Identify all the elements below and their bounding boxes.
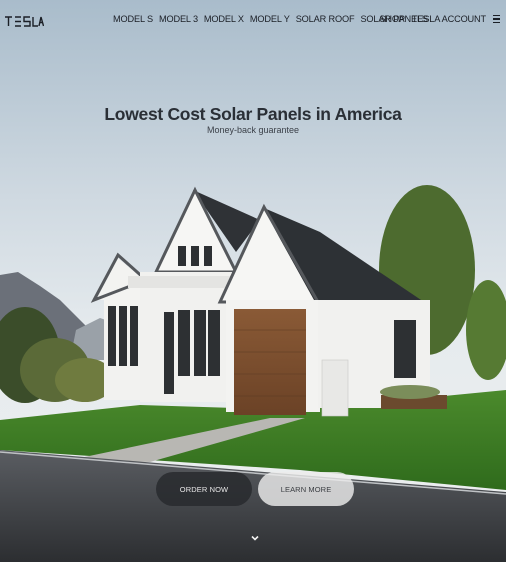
nav-link-tesla-account[interactable]: TESLA ACCOUNT: [412, 14, 486, 24]
tesla-logo[interactable]: [4, 13, 44, 29]
chevron-down-icon[interactable]: [249, 532, 261, 544]
page-title: Lowest Cost Solar Panels in America: [104, 103, 402, 124]
nav-link-model-3[interactable]: MODEL 3: [159, 14, 198, 24]
hamburger-icon[interactable]: [493, 14, 500, 24]
nav-link-model-x[interactable]: MODEL X: [204, 14, 244, 24]
nav-link-model-y[interactable]: MODEL Y: [250, 14, 290, 24]
account-nav: SHOP TESLA ACCOUNT: [379, 14, 500, 24]
top-navigation: MODEL S MODEL 3 MODEL X MODEL Y SOLAR RO…: [0, 0, 506, 44]
nav-link-solar-roof[interactable]: SOLAR ROOF: [296, 14, 355, 24]
page-subtitle: Money-back guarantee: [206, 125, 300, 135]
order-now-button[interactable]: ORDER NOW: [156, 472, 252, 506]
hero-background-image: [0, 0, 506, 562]
learn-more-button[interactable]: LEARN MORE: [258, 472, 354, 506]
nav-link-model-s[interactable]: MODEL S: [113, 14, 153, 24]
nav-link-shop[interactable]: SHOP: [379, 14, 405, 24]
